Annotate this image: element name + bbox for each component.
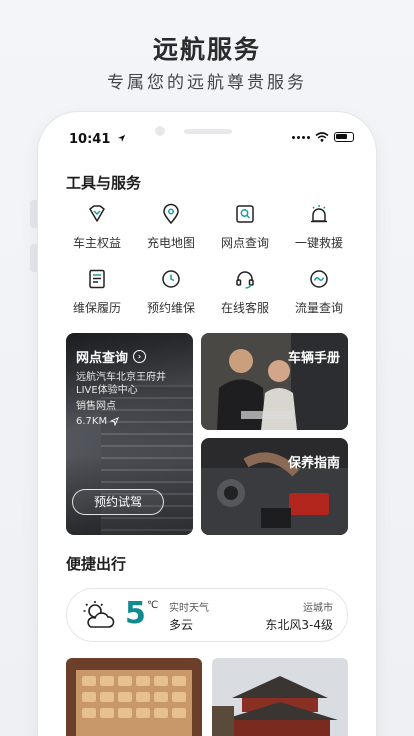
tool-label: 网点查询 xyxy=(220,236,269,250)
headset-icon xyxy=(233,267,257,291)
tool-label: 预约维保 xyxy=(146,301,195,315)
outlet-search-icon xyxy=(233,202,257,226)
tool-charging-map[interactable]: 充电地图 xyxy=(134,202,208,251)
vehicle-manual-card[interactable]: 车辆手册 xyxy=(201,333,348,430)
maintenance-record-icon xyxy=(85,267,109,291)
temperature: 5 xyxy=(125,596,146,631)
status-icons xyxy=(292,132,354,142)
tool-label: 充电地图 xyxy=(146,236,195,250)
tool-label: 维保履历 xyxy=(72,301,121,315)
navigation-arrow-icon xyxy=(110,417,120,426)
signal-dots-icon xyxy=(292,135,310,139)
travel-section-title: 便捷出行 xyxy=(66,555,127,573)
rescue-siren-icon xyxy=(307,202,331,226)
partly-cloudy-icon xyxy=(83,601,115,628)
hero-title: 远航服务 xyxy=(152,35,261,64)
weather-city: 运城市 xyxy=(303,603,333,614)
tool-label: 流量查询 xyxy=(294,301,343,315)
hero-subtitle: 专属您的远航尊贵服务 xyxy=(107,73,307,93)
weather-wind: 东北风3-4级 xyxy=(265,618,333,632)
location-arrow-icon xyxy=(117,134,126,143)
outlet-distance: 6.7KM xyxy=(76,415,120,428)
status-time: 10:41 xyxy=(69,132,126,147)
tool-label: 在线客服 xyxy=(220,301,269,315)
tool-online-service[interactable]: 在线客服 xyxy=(208,267,282,316)
tool-data-query[interactable]: 流量查询 xyxy=(282,267,356,316)
weather-widget[interactable]: 5 ℃ 实时天气 多云 运城市 东北风3-4级 xyxy=(66,588,348,642)
phone-side-button xyxy=(30,244,38,272)
tool-book-maintenance[interactable]: 预约维保 xyxy=(134,267,208,316)
clock-icon xyxy=(159,267,183,291)
tool-outlet-search[interactable]: 网点查询 xyxy=(208,202,282,251)
outlet-card-title: 网点查询 › xyxy=(76,347,147,366)
tools-grid: 车主权益 充电地图 网点查询 一键救援 维保履历 预约维保 在线客服 流量查询 xyxy=(60,202,356,316)
phone-frame: 10:41 工具与服务 车主权益 充电地图 网点查询 一键救援 维保履历 预约维… xyxy=(38,112,376,736)
weather-condition: 多云 xyxy=(169,618,194,632)
tool-label: 一键救援 xyxy=(294,236,343,250)
outlet-type: 销售网点 xyxy=(76,401,116,412)
outlet-card-title-text: 网点查询 xyxy=(76,351,129,366)
food-image xyxy=(66,658,202,736)
phone-speaker xyxy=(184,129,232,134)
data-wave-icon xyxy=(307,267,331,291)
wifi-icon xyxy=(315,132,329,142)
tool-label: 车主权益 xyxy=(72,236,121,250)
book-test-drive-button[interactable]: 预约试驾 xyxy=(72,489,164,515)
chevron-right-circle-icon: › xyxy=(133,350,147,363)
tool-owner-rights[interactable]: 车主权益 xyxy=(60,202,134,251)
weather-label: 实时天气 xyxy=(169,603,209,614)
outlet-distance-text: 6.7KM xyxy=(76,416,108,427)
status-time-text: 10:41 xyxy=(69,132,111,147)
owner-rights-icon xyxy=(85,202,109,226)
maintenance-guide-title: 保养指南 xyxy=(287,456,340,471)
maintenance-guide-card[interactable]: 保养指南 xyxy=(201,438,348,535)
temperature-unit: ℃ xyxy=(147,600,159,611)
tool-maintenance-record[interactable]: 维保履历 xyxy=(60,267,134,316)
tool-rescue[interactable]: 一键救援 xyxy=(282,202,356,251)
temple-image xyxy=(212,658,348,736)
vehicle-manual-title: 车辆手册 xyxy=(287,351,340,366)
battery-icon xyxy=(334,132,354,142)
outlet-name-line1: 远航汽车北京王府井 xyxy=(76,372,166,383)
outlet-card[interactable]: 网点查询 › 远航汽车北京王府井 LIVE体验中心 销售网点 6.7KM 预约试… xyxy=(66,333,193,535)
phone-side-button xyxy=(30,200,38,228)
charging-map-pin-icon xyxy=(159,202,183,226)
tools-section-title: 工具与服务 xyxy=(66,174,142,192)
outlet-name-line2: LIVE体验中心 xyxy=(76,385,138,396)
phone-camera xyxy=(155,126,165,136)
travel-food-photo[interactable] xyxy=(66,658,202,736)
travel-temple-photo[interactable] xyxy=(212,658,348,736)
